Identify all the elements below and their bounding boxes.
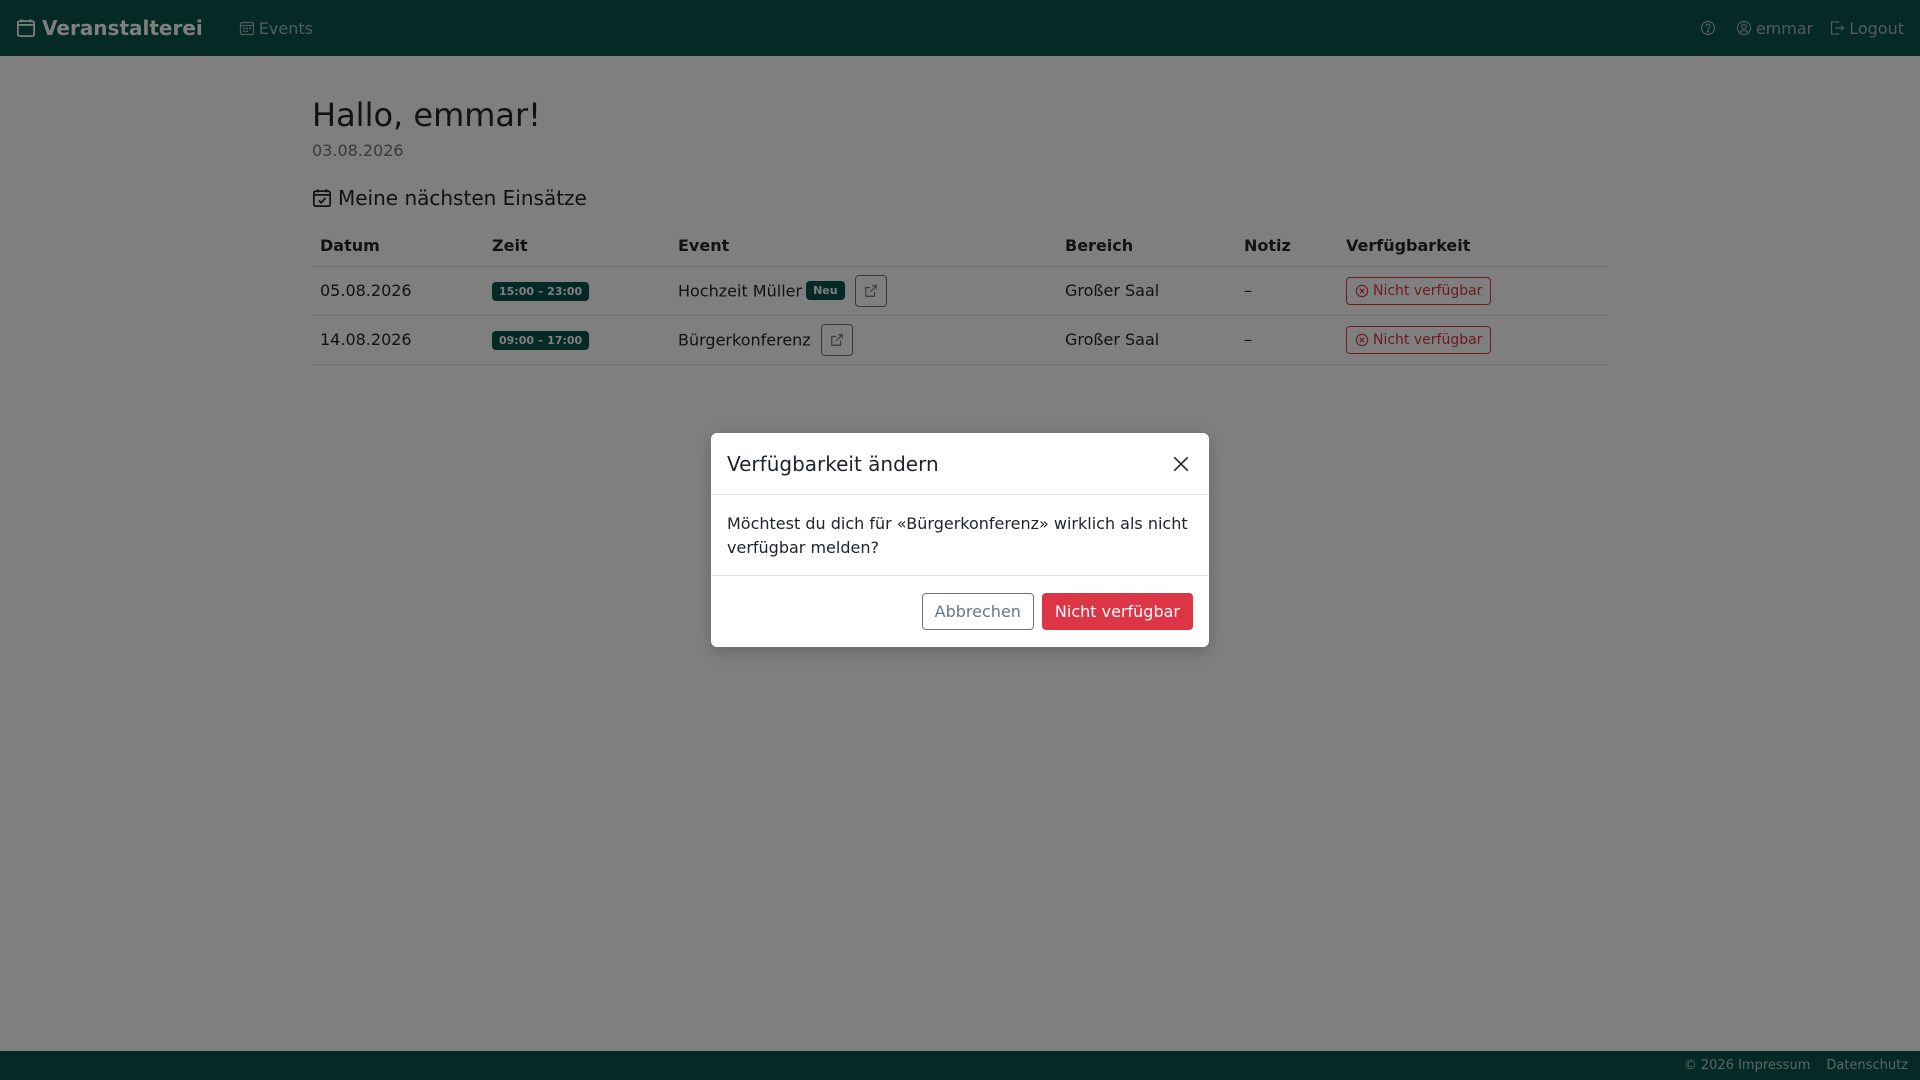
modal-message: Möchtest du dich für «Bürgerkonferenz» w… <box>727 514 1188 557</box>
modal-footer: Abbrechen Nicht verfügbar <box>711 576 1209 646</box>
modal-body: Möchtest du dich für «Bürgerkonferenz» w… <box>711 495 1209 576</box>
availability-modal: Verfügbarkeit ändern Möchtest du dich fü… <box>711 433 1209 647</box>
modal-title: Verfügbarkeit ändern <box>727 451 939 476</box>
confirm-unavailable-button[interactable]: Nicht verfügbar <box>1041 592 1193 630</box>
modal-header: Verfügbarkeit ändern <box>711 433 1209 495</box>
cancel-button[interactable]: Abbrechen <box>921 592 1034 630</box>
close-button[interactable] <box>1169 452 1193 476</box>
close-icon <box>1173 456 1189 471</box>
